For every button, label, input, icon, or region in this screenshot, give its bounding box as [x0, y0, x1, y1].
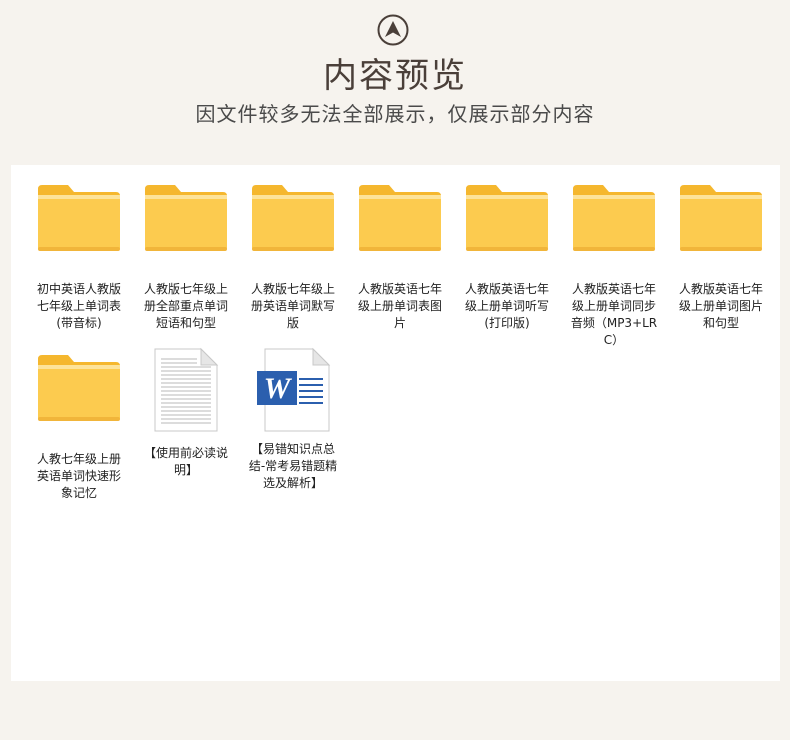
file-label: 人教版英语七年级上册单词听写(打印版): [464, 282, 549, 330]
file-item[interactable]: 人教版英语七年级上册单词图片和句型: [671, 183, 771, 332]
file-label: 人教版七年级上册英语单词默写版: [250, 282, 335, 330]
arrow-up-circle-icon: [377, 14, 409, 46]
preview-panel: 初中英语人教版七年级上单词表(带音标) 人教版七年级上册全部重点单词短语和句型: [11, 165, 780, 681]
file-item[interactable]: W 【易错知识点总结-常考易错题精选及解析】: [243, 347, 343, 492]
svg-text:W: W: [264, 372, 293, 405]
file-item[interactable]: 人教版英语七年级上册单词表图片: [350, 183, 450, 332]
file-item[interactable]: 【使用前必读说明】: [136, 347, 236, 479]
file-label: 【使用前必读说明】: [143, 446, 228, 477]
word-document-icon: W: [243, 347, 343, 433]
file-item[interactable]: 初中英语人教版七年级上单词表(带音标): [29, 183, 129, 332]
page-header: 内容预览 因文件较多无法全部展示，仅展示部分内容: [0, 0, 790, 165]
folder-icon: [564, 183, 664, 263]
file-item[interactable]: 人教版英语七年级上册单词听写(打印版): [457, 183, 557, 332]
page-subtitle: 因文件较多无法全部展示，仅展示部分内容: [195, 102, 595, 126]
file-label: 人教版英语七年级上册单词同步音频（MP3+LRC）: [570, 282, 658, 347]
file-item[interactable]: 人教七年级上册英语单词快速形象记忆: [29, 353, 129, 502]
file-item[interactable]: 人教版英语七年级上册单词同步音频（MP3+LRC）: [564, 183, 664, 349]
folder-icon: [671, 183, 771, 263]
folder-icon: [136, 183, 236, 263]
folder-icon: [457, 183, 557, 263]
file-item[interactable]: 人教版七年级上册英语单词默写版: [243, 183, 343, 332]
file-label: 初中英语人教版七年级上单词表(带音标): [36, 282, 121, 330]
page-title: 内容预览: [323, 56, 467, 96]
file-item[interactable]: 人教版七年级上册全部重点单词短语和句型: [136, 183, 236, 332]
file-label: 【易错知识点总结-常考易错题精选及解析】: [248, 442, 338, 490]
file-label: 人教版七年级上册全部重点单词短语和句型: [143, 282, 228, 330]
folder-icon: [29, 353, 129, 433]
folder-icon: [243, 183, 343, 263]
file-label: 人教七年级上册英语单词快速形象记忆: [36, 452, 121, 500]
file-label: 人教版英语七年级上册单词图片和句型: [678, 282, 763, 330]
file-label: 人教版英语七年级上册单词表图片: [357, 282, 442, 330]
folder-icon: [29, 183, 129, 263]
folder-icon: [350, 183, 450, 263]
text-document-icon: [136, 347, 236, 433]
